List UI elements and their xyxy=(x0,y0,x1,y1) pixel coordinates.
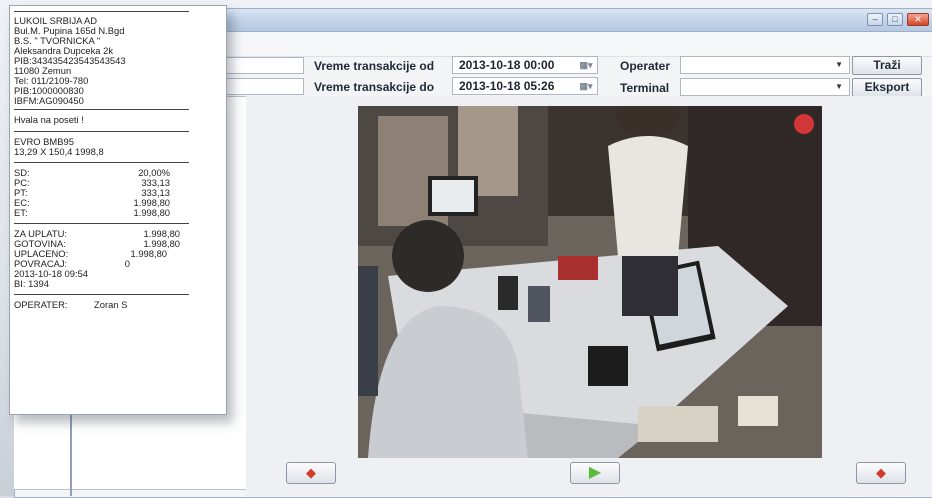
close-icon[interactable]: ✕ xyxy=(907,13,929,26)
calendar-icon[interactable]: ▦▾ xyxy=(579,81,593,91)
receipt-divider xyxy=(14,11,189,12)
from-date-value: 2013-10-18 00:00 xyxy=(459,58,555,72)
receipt-divider xyxy=(14,131,189,132)
export-button[interactable]: Eksport xyxy=(852,78,922,97)
play-button[interactable]: ▶ xyxy=(570,462,620,484)
filter-input-2[interactable] xyxy=(226,78,304,95)
next-button[interactable]: ◆ xyxy=(856,462,906,484)
from-label: Vreme transakcije od xyxy=(314,59,435,73)
receipt-header-line: IBFM:AG090450 xyxy=(14,95,84,106)
maximize-icon[interactable]: □ xyxy=(887,13,903,26)
receipt-divider xyxy=(14,223,189,224)
minimize-icon[interactable]: – xyxy=(867,13,883,26)
chevron-down-icon: ▼ xyxy=(835,82,843,91)
tax-value: 1.998,80 xyxy=(133,207,171,218)
terminal-label: Terminal xyxy=(620,81,670,95)
receipt-divider xyxy=(14,109,189,110)
to-date-field[interactable]: 2013-10-18 05:26 ▦▾ xyxy=(452,77,598,95)
arrow-left-icon: ◆ xyxy=(306,465,316,480)
from-date-field[interactable]: 2013-10-18 00:00 ▦▾ xyxy=(452,56,598,74)
cctv-scene xyxy=(358,106,822,458)
play-icon: ▶ xyxy=(588,464,602,481)
terminal-select[interactable]: ▼ xyxy=(680,78,850,96)
receipt-bi: BI: 1394 xyxy=(14,278,49,289)
cctv-frame xyxy=(358,106,822,458)
arrow-right-icon: ◆ xyxy=(876,465,886,480)
receipt-product-line: 13,29 X 150,4 1998,8 xyxy=(14,146,104,157)
filter-input-1[interactable] xyxy=(226,57,304,74)
calendar-icon[interactable]: ▦▾ xyxy=(579,60,593,70)
prev-button[interactable]: ◆ xyxy=(286,462,336,484)
search-button[interactable]: Traži xyxy=(852,56,922,75)
to-label: Vreme transakcije do xyxy=(314,80,435,94)
tax-label: ET: xyxy=(14,207,28,218)
receipt-panel: LUKOIL SRBIJA AD Bul.M. Pupina 165d N.Bg… xyxy=(9,5,227,415)
receipt-operator-label: OPERATER: xyxy=(14,299,68,310)
to-date-value: 2013-10-18 05:26 xyxy=(459,79,555,93)
receipt-operator-name: Zoran S xyxy=(94,299,128,310)
receipt-divider xyxy=(14,162,189,163)
receipt-divider xyxy=(14,294,189,295)
receipt-thanks: Hvala na poseti ! xyxy=(14,114,84,125)
chevron-down-icon: ▼ xyxy=(835,60,843,69)
operator-select[interactable]: ▼ xyxy=(680,56,850,74)
operator-label: Operater xyxy=(620,59,671,73)
